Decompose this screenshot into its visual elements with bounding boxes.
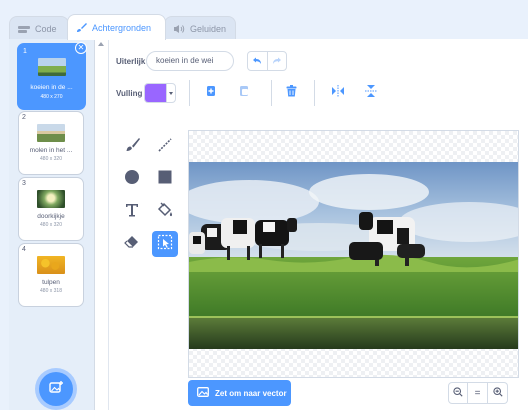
backdrop-list: 1 koeien in de ... 480 x 270 ✕ 2 molen i… bbox=[9, 39, 95, 410]
backdrop-item-3[interactable]: 3 doorkijkje 480 x 320 bbox=[18, 177, 84, 241]
paste-icon bbox=[239, 84, 250, 102]
fill-color-picker[interactable] bbox=[144, 83, 176, 103]
copy-icon bbox=[206, 84, 217, 102]
convert-to-vector-label: Zet om naar vector bbox=[215, 388, 287, 398]
costume-name-label: Uiterlijk bbox=[116, 57, 146, 66]
tab-code[interactable]: Code bbox=[9, 16, 69, 40]
tab-code-label: Code bbox=[35, 23, 57, 34]
backdrop-size: 480 x 318 bbox=[40, 288, 62, 294]
toolbar-divider bbox=[314, 80, 315, 106]
copy-button[interactable] bbox=[203, 85, 219, 101]
sidebar-scrollbar[interactable] bbox=[95, 39, 109, 410]
backdrop-item-2[interactable]: 2 molen in het ... 480 x 320 bbox=[18, 111, 84, 175]
redo-button[interactable] bbox=[266, 52, 287, 70]
toolbar-divider bbox=[271, 80, 272, 106]
backdrop-number: 4 bbox=[22, 246, 26, 253]
rectangle-icon bbox=[157, 169, 173, 190]
tab-sounds-label: Geluiden bbox=[190, 23, 227, 34]
backdrop-item-1[interactable]: 1 koeien in de ... 480 x 270 ✕ bbox=[17, 42, 87, 110]
paint-editor-window: Code Achtergronden Geluiden 1 koeien in … bbox=[0, 0, 528, 410]
tab-bar: Code Achtergronden Geluiden bbox=[0, 0, 528, 40]
undo-icon bbox=[252, 52, 262, 70]
select-tool[interactable] bbox=[152, 231, 178, 257]
text-tool[interactable] bbox=[119, 199, 145, 225]
add-backdrop-button[interactable] bbox=[39, 372, 73, 406]
convert-to-vector-button[interactable]: Zet om naar vector bbox=[188, 380, 291, 406]
backdrop-number: 3 bbox=[22, 180, 26, 187]
trash-icon bbox=[286, 84, 297, 102]
zoom-in-button[interactable] bbox=[488, 382, 508, 404]
backdrop-thumbnail bbox=[37, 190, 65, 208]
fill-tool[interactable] bbox=[152, 199, 178, 225]
eraser-icon bbox=[124, 234, 140, 255]
tab-backdrops-label: Achtergronden bbox=[92, 22, 152, 33]
flip-horizontal-button[interactable] bbox=[330, 85, 346, 101]
brush-icon bbox=[124, 137, 140, 158]
backdrop-thumbnail bbox=[37, 124, 65, 142]
flip-vertical-icon bbox=[365, 84, 377, 103]
undo-redo-group bbox=[247, 51, 287, 71]
zoom-reset-button[interactable]: = bbox=[468, 382, 488, 404]
backdrop-item-4[interactable]: 4 tulpen 480 x 318 bbox=[18, 243, 84, 307]
circle-icon bbox=[124, 169, 140, 190]
brush-tool[interactable] bbox=[119, 134, 145, 160]
backdrop-size: 480 x 270 bbox=[40, 94, 63, 100]
select-icon bbox=[157, 234, 173, 255]
speaker-icon bbox=[173, 24, 185, 34]
delete-icon[interactable]: ✕ bbox=[75, 42, 87, 54]
backdrop-name: doorkijkje bbox=[37, 213, 65, 220]
fill-color-swatch bbox=[145, 84, 166, 102]
backdrop-thumbnail bbox=[37, 256, 65, 274]
backdrop-size: 480 x 320 bbox=[40, 156, 62, 162]
rectangle-tool[interactable] bbox=[152, 166, 178, 192]
zoom-reset-label: = bbox=[474, 387, 481, 399]
backdrop-name: molen in het ... bbox=[29, 147, 73, 154]
line-tool[interactable] bbox=[152, 134, 178, 160]
flip-horizontal-icon bbox=[331, 84, 345, 102]
eraser-tool[interactable] bbox=[119, 231, 145, 257]
flip-vertical-button[interactable] bbox=[363, 84, 379, 103]
tab-sounds[interactable]: Geluiden bbox=[164, 16, 236, 40]
fill-label: Vulling bbox=[116, 89, 143, 98]
delete-button[interactable] bbox=[283, 85, 299, 101]
image-add-icon bbox=[49, 380, 63, 398]
backdrop-name: tulpen bbox=[42, 279, 60, 286]
zoom-out-icon bbox=[453, 386, 463, 400]
fill-bucket-icon bbox=[156, 202, 174, 223]
redo-icon bbox=[272, 52, 282, 70]
image-icon bbox=[197, 387, 209, 399]
backdrop-thumbnail bbox=[38, 58, 66, 76]
zoom-in-icon bbox=[492, 386, 503, 400]
costume-name-input[interactable]: koeien in de wei bbox=[146, 51, 234, 71]
backdrop-size: 480 x 320 bbox=[40, 222, 62, 228]
line-icon bbox=[157, 137, 173, 158]
drawing-canvas[interactable] bbox=[188, 130, 519, 378]
circle-tool[interactable] bbox=[119, 166, 145, 192]
toolbar-divider bbox=[189, 80, 190, 106]
backdrop-number: 2 bbox=[22, 114, 26, 121]
backdrop-photo bbox=[189, 162, 518, 349]
chevron-down-icon bbox=[166, 84, 175, 102]
zoom-out-button[interactable] bbox=[448, 382, 468, 404]
text-icon bbox=[124, 202, 140, 223]
code-icon bbox=[18, 24, 30, 34]
brush-icon bbox=[76, 22, 87, 33]
paste-button[interactable] bbox=[236, 85, 252, 101]
backdrop-number: 1 bbox=[23, 48, 27, 55]
backdrop-name: koeien in de ... bbox=[30, 84, 73, 91]
tab-backdrops[interactable]: Achtergronden bbox=[67, 14, 166, 40]
scroll-up-icon[interactable] bbox=[98, 42, 104, 46]
undo-button[interactable] bbox=[248, 52, 267, 70]
